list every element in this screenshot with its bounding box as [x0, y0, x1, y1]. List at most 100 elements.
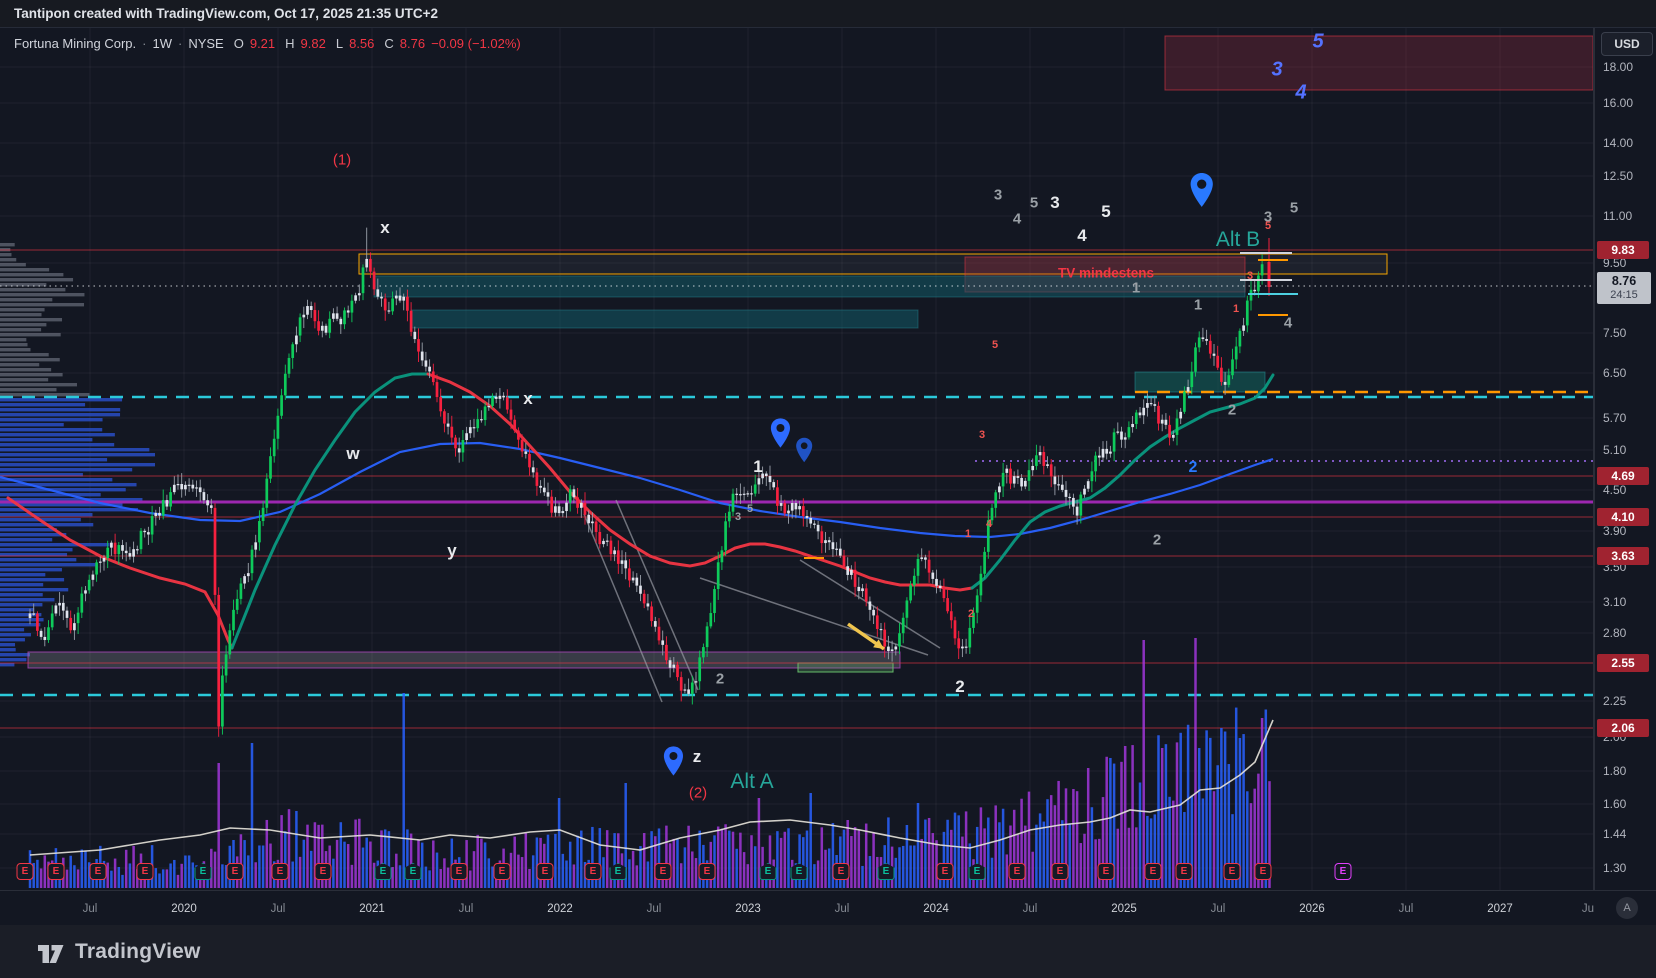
earnings-icon[interactable]: E [1052, 863, 1069, 880]
time-label: Jul [1023, 903, 1038, 915]
chart-annotation[interactable]: 1 [1233, 303, 1239, 315]
chart-annotation[interactable]: 5 [1312, 31, 1323, 54]
price-tick: 1.30 [1603, 861, 1626, 875]
earnings-icon[interactable]: E [1255, 863, 1272, 880]
price-level-badge: 4.10 [1597, 508, 1649, 526]
time-label: Ju [1582, 903, 1594, 915]
earnings-icon[interactable]: E [699, 863, 716, 880]
chart-annotation[interactable]: 4 [1077, 226, 1086, 246]
auto-scale-button[interactable]: A [1616, 897, 1638, 919]
time-label: 2024 [923, 903, 949, 915]
attribution-text: Tantipon created with TradingView.com, O… [14, 6, 438, 21]
earnings-icon[interactable]: E [1098, 863, 1115, 880]
chart-annotation[interactable]: (1) [333, 152, 351, 169]
price-axis[interactable]: USD 8.76 24:15 18.0016.0014.0012.5011.00… [1594, 28, 1656, 890]
chart-annotation[interactable]: 1 [1194, 297, 1202, 314]
chart-annotation[interactable]: Alt A [730, 770, 773, 794]
chart-annotation[interactable]: 3 [735, 511, 741, 523]
fast-ma-line[interactable] [232, 374, 428, 648]
chart-annotation[interactable]: 4 [1013, 211, 1021, 228]
chart-annotation[interactable]: TV mindestens [1058, 266, 1154, 281]
chart-annotation[interactable]: 3 [1271, 59, 1282, 82]
current-price-badge: 8.76 24:15 [1597, 272, 1651, 304]
chart-annotation[interactable]: y [447, 541, 456, 561]
price-tick: 16.00 [1603, 96, 1633, 110]
chart-annotation[interactable]: 5 [992, 339, 998, 351]
chart-annotation[interactable]: 1 [1132, 280, 1140, 297]
chart-annotation[interactable]: x [380, 218, 389, 238]
chart-annotation[interactable]: 5 [747, 503, 753, 515]
price-tick: 4.50 [1603, 483, 1626, 497]
chart-canvas[interactable] [0, 0, 1656, 978]
chart-annotation[interactable]: 4 [986, 518, 992, 530]
earnings-icon[interactable]: E [833, 863, 850, 880]
chart-annotation[interactable]: 1 [965, 528, 971, 540]
trendline[interactable] [700, 578, 928, 655]
chart-annotation[interactable]: 5 [1290, 200, 1298, 217]
chart-annotation[interactable]: 4 [1295, 82, 1306, 105]
earnings-icon[interactable]: E [48, 863, 65, 880]
chart-annotation[interactable]: x [523, 389, 532, 409]
chart-annotation[interactable]: w [346, 444, 359, 464]
earnings-icon[interactable]: E [1176, 863, 1193, 880]
earnings-icon[interactable]: E [451, 863, 468, 880]
time-label: Jul [459, 903, 474, 915]
chart-annotation[interactable]: 3 [1050, 193, 1059, 213]
price-tick: 11.00 [1603, 209, 1632, 223]
earnings-icon[interactable]: E [1009, 863, 1026, 880]
chart-annotation[interactable]: 5 [1030, 195, 1038, 212]
earnings-icon[interactable]: E [17, 863, 34, 880]
price-tick: 3.10 [1603, 595, 1626, 609]
fast-ma-line[interactable] [428, 374, 972, 590]
chart-annotation[interactable]: 2 [968, 608, 974, 620]
chart-annotation[interactable]: 3 [979, 429, 985, 441]
time-label: Jul [1211, 903, 1226, 915]
current-price: 8.76 [1597, 274, 1651, 288]
chart-annotation[interactable]: z [693, 747, 702, 767]
drawing-boxes[interactable] [28, 36, 1593, 672]
map-pin-icon[interactable] [771, 418, 790, 447]
earnings-icon[interactable]: E [272, 863, 289, 880]
map-pin-icon[interactable] [1191, 173, 1213, 207]
change-value: −0.09 (−1.02%) [431, 36, 521, 51]
top-right-red-box [1165, 36, 1593, 90]
earnings-icon[interactable]: E [1145, 863, 1162, 880]
chart-annotation[interactable]: 5 [1101, 202, 1110, 222]
chart-annotation[interactable]: (2) [689, 785, 707, 802]
chart-annotation[interactable]: 1 [753, 457, 762, 477]
open-value: 9.21 [250, 36, 275, 51]
chart-annotation[interactable]: Alt B [1216, 228, 1260, 252]
tradingview-brand-text[interactable]: TradingView [75, 940, 201, 964]
chart-annotation[interactable]: 5 [1265, 220, 1271, 232]
chart-annotation[interactable]: 3 [994, 187, 1002, 204]
earnings-icon[interactable]: E [137, 863, 154, 880]
earnings-icon[interactable]: E [494, 863, 511, 880]
interval-label[interactable]: 1W [152, 36, 172, 51]
earnings-icon[interactable]: E [537, 863, 554, 880]
chart-annotation[interactable]: 2 [1189, 459, 1198, 477]
separator: · [178, 36, 182, 51]
earnings-icon[interactable]: E [1335, 863, 1352, 880]
earnings-icon[interactable]: E [90, 863, 107, 880]
low-label: L [336, 36, 343, 51]
earnings-icon[interactable]: E [655, 863, 672, 880]
earnings-icon[interactable]: E [315, 863, 332, 880]
earnings-icon[interactable]: E [227, 863, 244, 880]
symbol-name[interactable]: Fortuna Mining Corp. [14, 36, 136, 51]
chart-annotation[interactable]: 2 [1153, 532, 1161, 549]
map-pin-icon[interactable] [796, 438, 812, 462]
attribution-bar: Tantipon created with TradingView.com, O… [0, 0, 1656, 28]
chart-annotation[interactable]: 4 [1284, 315, 1292, 332]
symbol-header[interactable]: Fortuna Mining Corp. · 1W · NYSE O9.21 H… [14, 33, 521, 53]
earnings-icon[interactable]: E [585, 863, 602, 880]
earnings-icon[interactable]: E [937, 863, 954, 880]
chart-annotation[interactable]: 2 [716, 671, 724, 688]
time-axis[interactable]: A Jul2020Jul2021Jul2022Jul2023Jul2024Jul… [0, 890, 1656, 926]
currency-chip[interactable]: USD [1601, 32, 1653, 56]
time-label: 2025 [1111, 903, 1137, 915]
chart-annotation[interactable]: 2 [955, 677, 964, 697]
tradingview-logo-icon[interactable] [36, 939, 66, 965]
earnings-icon[interactable]: E [1224, 863, 1241, 880]
chart-annotation[interactable]: 3 [1247, 270, 1253, 282]
chart-annotation[interactable]: 2 [1228, 402, 1236, 419]
